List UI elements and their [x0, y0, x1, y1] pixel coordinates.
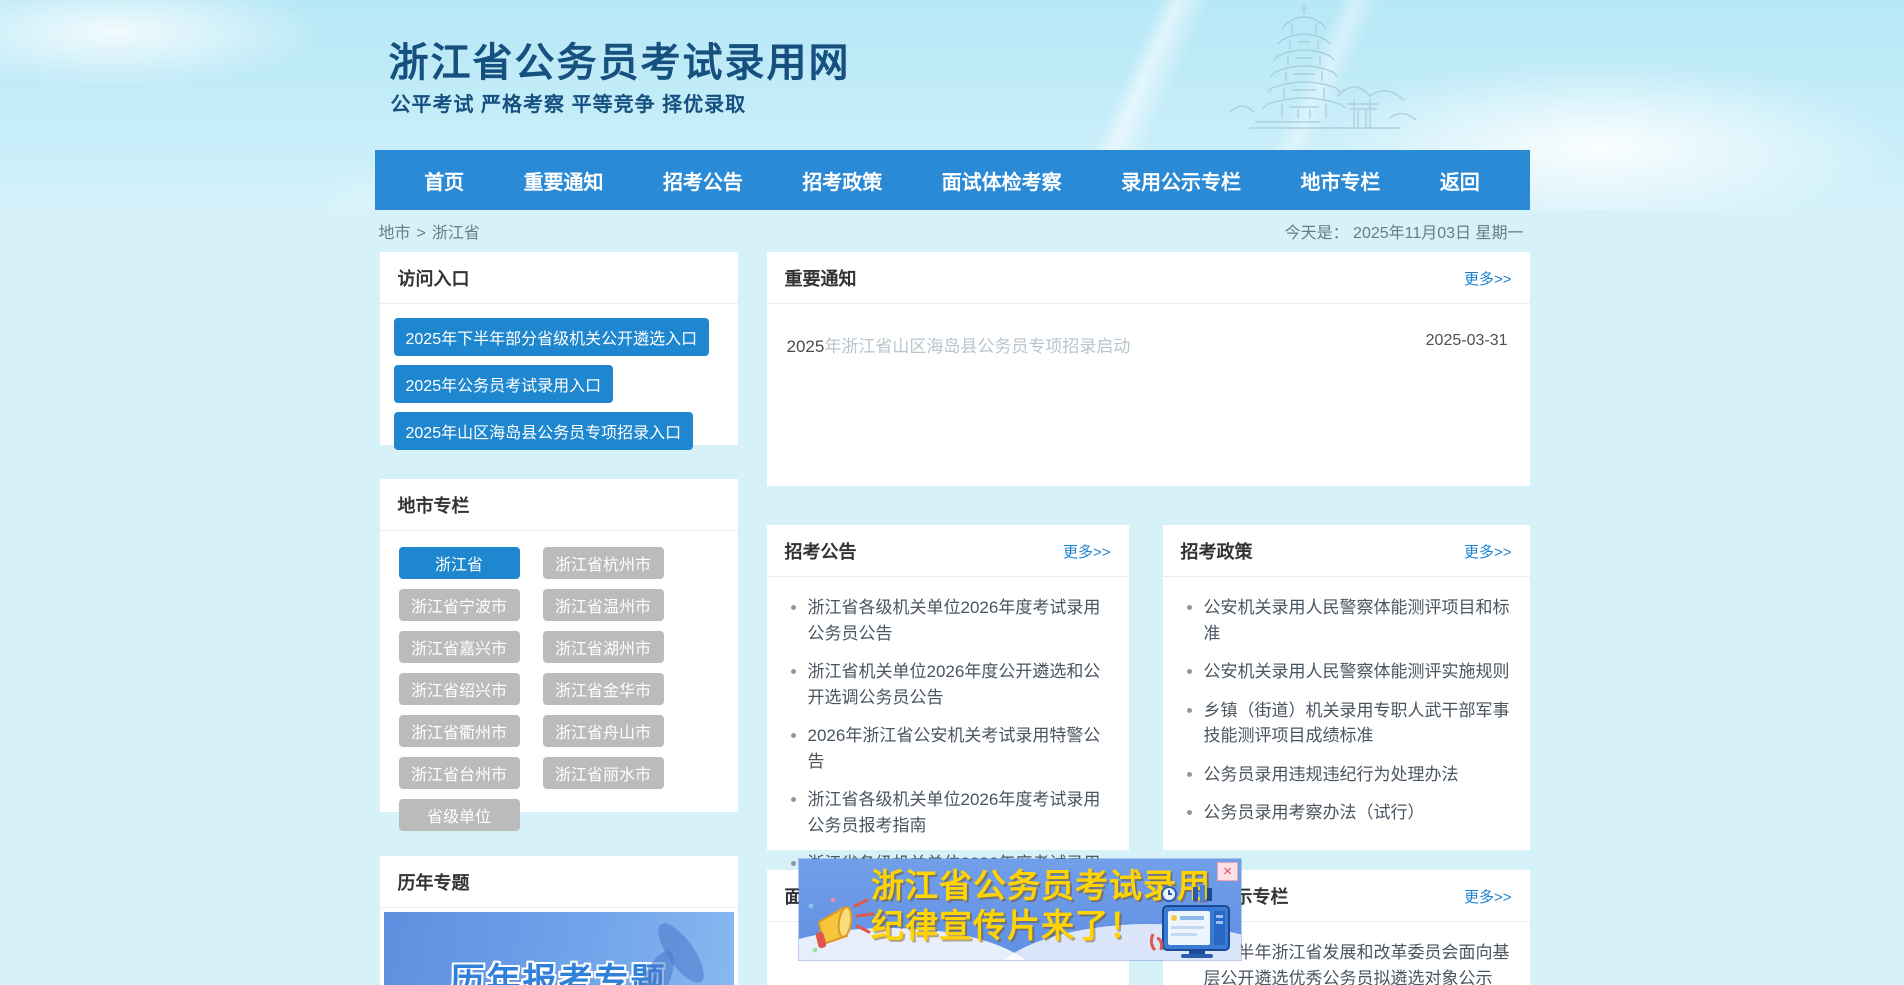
- pagoda-illustration-icon: [1220, 0, 1430, 138]
- nav-item-public-notice[interactable]: 录用公示专栏: [1121, 166, 1241, 195]
- city-button-hangzhou[interactable]: 浙江省杭州市: [543, 547, 664, 579]
- page-title: 浙江省公务员考试录用网: [389, 30, 851, 88]
- entry-portal-card: 访问入口 2025年下半年部分省级机关公开遴选入口 2025年公务员考试录用入口…: [380, 252, 738, 445]
- policies-title: 招考政策: [1181, 538, 1253, 564]
- main-nav: 首页 重要通知 招考公告 招考政策 面试体检考察 录用公示专栏 地市专栏 返回: [375, 150, 1530, 210]
- popup-headline-line1: 浙江省公务员考试录用: [871, 866, 1137, 906]
- close-icon[interactable]: ×: [1217, 862, 1238, 881]
- city-button-jiaxing[interactable]: 浙江省嘉兴市: [399, 631, 520, 663]
- announcement-list-item[interactable]: 2026年浙江省公安机关考试录用特警公告: [808, 723, 1113, 774]
- notice-list-item[interactable]: 2025年浙江省山区海岛县公务员专项招录启动 2025-03-31: [767, 304, 1530, 357]
- important-notices-card: 重要通知 更多>> 2025年浙江省山区海岛县公务员专项招录启动 2025-03…: [767, 252, 1530, 486]
- history-topics-title: 历年专题: [398, 869, 470, 895]
- nav-item-notices[interactable]: 重要通知: [524, 166, 604, 195]
- breadcrumb-separator: >: [417, 225, 426, 242]
- public-notice-more-link[interactable]: 更多>>: [1464, 886, 1512, 907]
- breadcrumb-root[interactable]: 地市: [379, 225, 411, 242]
- notice-item-date: 2025-03-31: [1426, 332, 1508, 350]
- nav-item-interview[interactable]: 面试体检考察: [942, 166, 1062, 195]
- announcement-list-item[interactable]: 浙江省各级机关单位2026年度考试录用公务员公告: [808, 595, 1113, 646]
- notices-more-link[interactable]: 更多>>: [1464, 268, 1512, 289]
- nav-item-cities[interactable]: 地市专栏: [1300, 166, 1380, 195]
- policy-list-item[interactable]: 公务员录用考察办法（试行）: [1204, 800, 1514, 826]
- breadcrumb: 地市 > 浙江省: [379, 219, 480, 243]
- nav-item-announcements[interactable]: 招考公告: [663, 166, 743, 195]
- computer-monitor-icon: [1141, 882, 1237, 960]
- city-column-card: 地市专栏 浙江省 浙江省杭州市 浙江省宁波市 浙江省温州市 浙江省嘉兴市 浙江省…: [380, 479, 738, 812]
- notice-item-text: 年浙江省山区海岛县公务员专项招录启动: [824, 337, 1130, 356]
- announcements-title: 招考公告: [785, 538, 857, 564]
- city-button-provincial-units[interactable]: 省级单位: [399, 799, 520, 831]
- nav-item-back[interactable]: 返回: [1440, 166, 1480, 195]
- breadcrumb-current: 浙江省: [432, 225, 480, 242]
- entry-button-recruit[interactable]: 2025年公务员考试录用入口: [394, 365, 614, 403]
- city-button-huzhou[interactable]: 浙江省湖州市: [543, 631, 664, 663]
- popup-headline-line2: 纪律宣传片来了！: [871, 906, 1137, 946]
- entry-button-selection[interactable]: 2025年下半年部分省级机关公开遴选入口: [394, 318, 710, 356]
- policy-list-item[interactable]: 公安机关录用人民警察体能测评项目和标准: [1204, 595, 1514, 646]
- site-slogan: 公平考试 严格考察 平等竞争 择优录取: [391, 88, 747, 117]
- history-topics-card: 历年专题 历年报考专题: [380, 856, 738, 985]
- history-banner-text: 历年报考专题: [451, 953, 667, 985]
- policies-more-link[interactable]: 更多>>: [1464, 541, 1512, 562]
- city-button-shaoxing[interactable]: 浙江省绍兴市: [399, 673, 520, 705]
- city-button-jinhua[interactable]: 浙江省金华市: [543, 673, 664, 705]
- popup-headline[interactable]: 浙江省公务员考试录用 纪律宣传片来了！: [871, 866, 1137, 946]
- city-button-wenzhou[interactable]: 浙江省温州市: [543, 589, 664, 621]
- megaphone-icon: [805, 892, 877, 956]
- city-column-title: 地市专栏: [398, 492, 470, 518]
- announcements-card: 招考公告 更多>> 浙江省各级机关单位2026年度考试录用公务员公告 浙江省机关…: [767, 525, 1129, 850]
- today-date: 今天是： 2025年11月03日 星期一: [1285, 219, 1524, 243]
- breadcrumb-row: 地市 > 浙江省 今天是： 2025年11月03日 星期一: [375, 210, 1530, 252]
- city-button-zhoushan[interactable]: 浙江省舟山市: [543, 715, 664, 747]
- nav-item-policies[interactable]: 招考政策: [802, 166, 882, 195]
- entry-portal-title: 访问入口: [398, 265, 470, 291]
- city-button-lishui[interactable]: 浙江省丽水市: [543, 757, 664, 789]
- policy-list-item[interactable]: 乡镇（街道）机关录用专职人武干部军事技能测评项目成绩标准: [1204, 698, 1514, 749]
- announcements-more-link[interactable]: 更多>>: [1063, 541, 1111, 562]
- policy-list-item[interactable]: 公务员录用违规违纪行为处理办法: [1204, 762, 1514, 788]
- left-sidebar: 访问入口 2025年下半年部分省级机关公开遴选入口 2025年公务员考试录用入口…: [380, 252, 738, 985]
- city-button-quzhou[interactable]: 浙江省衢州市: [399, 715, 520, 747]
- public-notice-list-item[interactable]: 年下半年浙江省发展和改革委员会面向基层公开遴选优秀公务员拟遴选对象公示: [1204, 940, 1514, 985]
- policy-list-item[interactable]: 公安机关录用人民警察体能测评实施规则: [1204, 659, 1514, 685]
- city-button-ningbo[interactable]: 浙江省宁波市: [399, 589, 520, 621]
- nav-item-home[interactable]: 首页: [424, 166, 464, 195]
- masthead: 浙江省公务员考试录用网 公平考试 严格考察 平等竞争 择优录取: [375, 0, 1530, 150]
- policies-card: 招考政策 更多>> 公安机关录用人民警察体能测评项目和标准 公安机关录用人民警察…: [1163, 525, 1530, 850]
- entry-button-island[interactable]: 2025年山区海岛县公务员专项招录入口: [394, 412, 694, 450]
- notice-item-prefix: 2025: [787, 337, 825, 356]
- announcement-list-item[interactable]: 浙江省机关单位2026年度公开遴选和公开选调公务员公告: [808, 659, 1113, 710]
- announcement-list-item[interactable]: 浙江省各级机关单位2026年度考试录用公务员报考指南: [808, 787, 1113, 838]
- city-button-taizhou[interactable]: 浙江省台州市: [399, 757, 520, 789]
- history-banner[interactable]: 历年报考专题: [384, 912, 734, 985]
- city-button-zhejiang[interactable]: 浙江省: [399, 547, 520, 579]
- promo-popup[interactable]: 浙江省公务员考试录用 纪律宣传片来了！ ×: [799, 859, 1241, 960]
- important-notices-title: 重要通知: [785, 265, 857, 291]
